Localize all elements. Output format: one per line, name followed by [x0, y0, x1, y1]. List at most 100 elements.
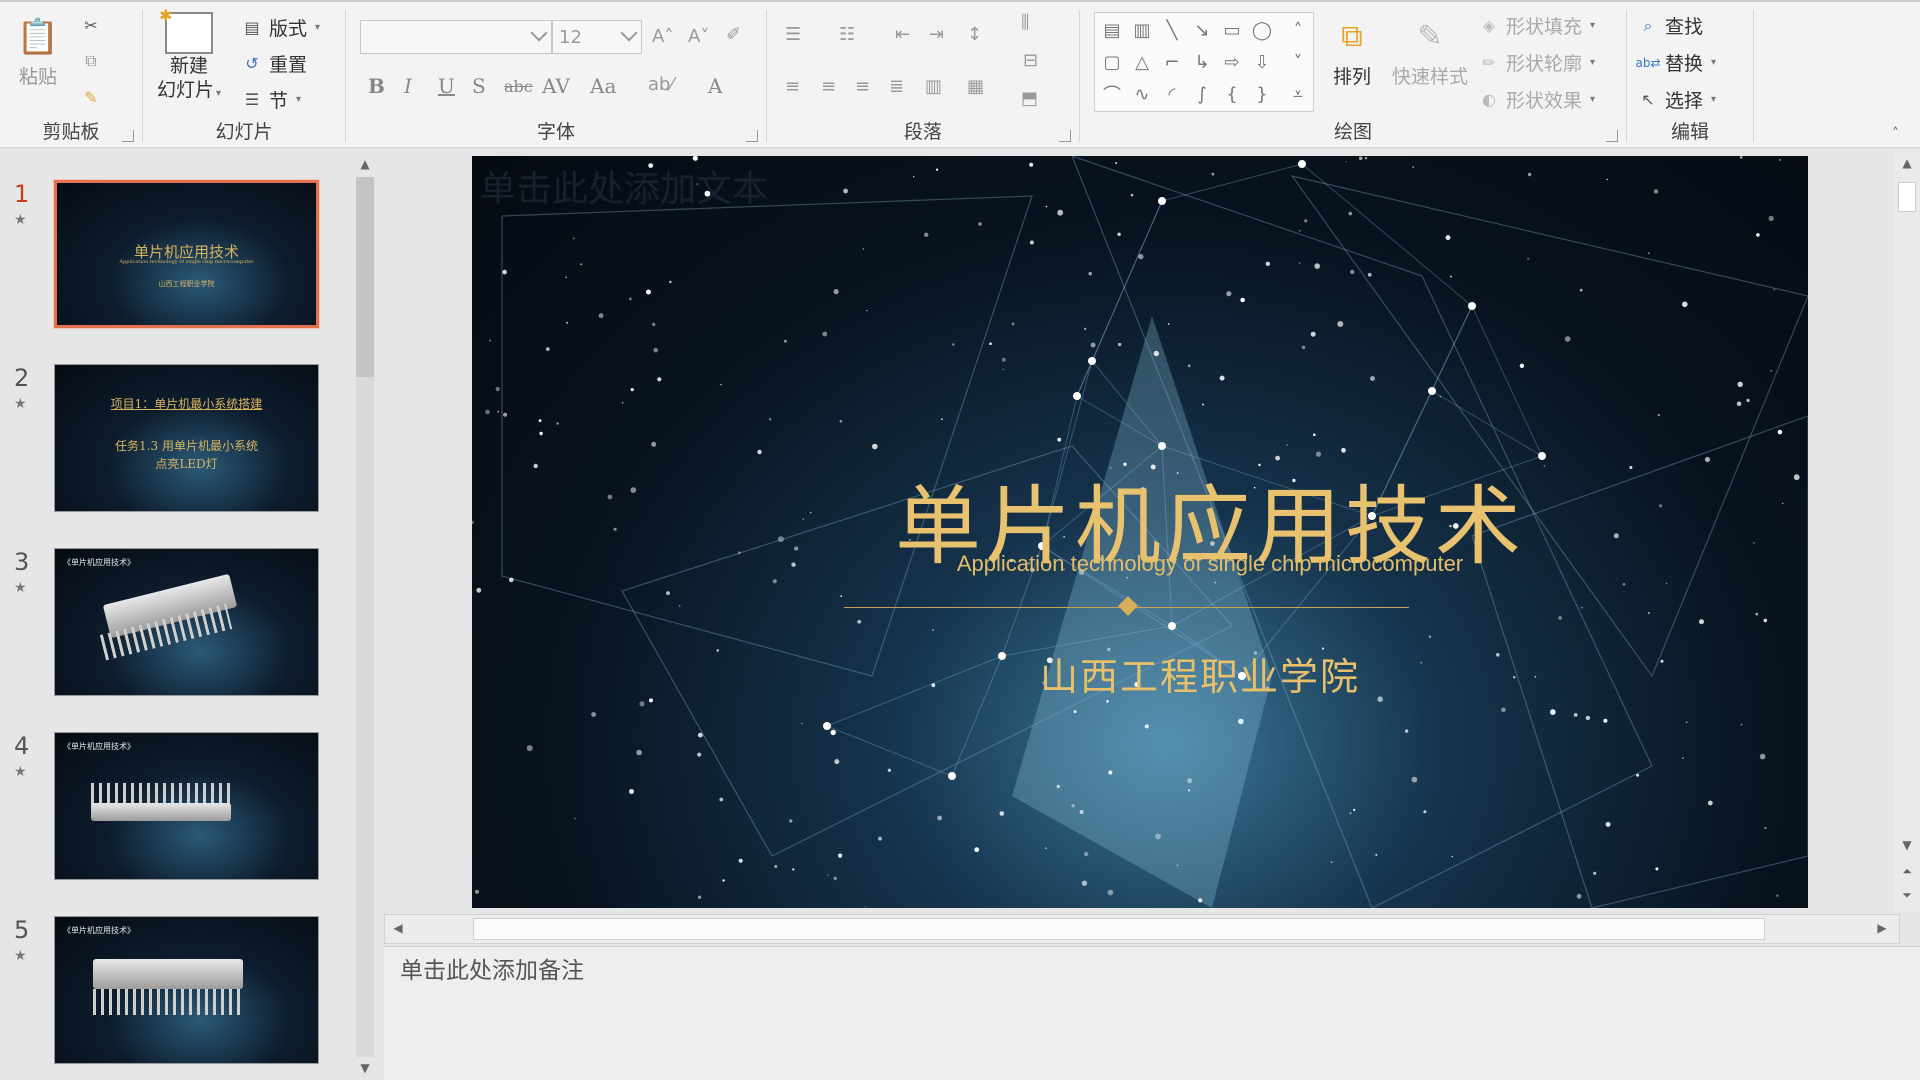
vertical-textbox-shape-icon[interactable]: ▥: [1129, 17, 1155, 43]
star-dot: [1367, 272, 1372, 277]
shapes-gallery[interactable]: ▤ ▥ ╲ ↘ ▭ ◯ ▢ △ ⌐ ↳ ⇨ ⇩ ⌒ ∿ ◜ ∫ { } ˄ ˅ …: [1094, 12, 1314, 112]
quick-styles-button[interactable]: ✎ 快速样式: [1392, 14, 1468, 89]
shape-outline-button[interactable]: ✏ 形状轮廓 ▾: [1478, 49, 1595, 76]
scroll-up-icon[interactable]: ▲: [1900, 156, 1914, 170]
star-dot: [1108, 770, 1113, 775]
next-slide-icon[interactable]: ⏷: [1900, 888, 1914, 902]
paste-button[interactable]: 📋 粘贴: [17, 14, 59, 89]
replace-button[interactable]: ab⇄ 替换 ▾: [1635, 49, 1716, 76]
font-launcher-icon[interactable]: [746, 130, 758, 142]
find-button[interactable]: ⌕ 查找: [1637, 12, 1704, 39]
gallery-more-icon[interactable]: ⩡: [1285, 81, 1311, 107]
arc-shape-icon[interactable]: ◜: [1159, 81, 1185, 107]
columns-icon[interactable]: ▦: [967, 76, 984, 97]
freeform-shape-icon[interactable]: ⌒: [1099, 81, 1125, 107]
arrange-button[interactable]: ⧉ 排列: [1330, 14, 1374, 89]
scroll-thumb[interactable]: [1898, 182, 1916, 212]
elbow-connector-icon[interactable]: ⌐: [1159, 49, 1185, 75]
shape-effects-button[interactable]: ◐ 形状效果 ▾: [1478, 86, 1595, 113]
textbox-shape-icon[interactable]: ▤: [1099, 17, 1125, 43]
reset-button[interactable]: ↺ 重置: [241, 50, 307, 77]
shape-fill-button[interactable]: ◈ 形状填充 ▾: [1478, 12, 1595, 39]
down-arrow-shape-icon[interactable]: ⇩: [1249, 49, 1275, 75]
grow-font-icon[interactable]: A˄: [652, 26, 673, 47]
line-spacing-icon[interactable]: ↕: [967, 24, 982, 45]
scroll-left-icon[interactable]: ◀: [391, 921, 405, 935]
align-text-icon[interactable]: ⊟: [1023, 50, 1038, 71]
cut-icon[interactable]: ✂: [80, 14, 102, 36]
decrease-indent-icon[interactable]: ⇤: [895, 24, 910, 45]
bold-button[interactable]: B: [368, 74, 385, 98]
scribble-shape-icon[interactable]: ∿: [1129, 81, 1155, 107]
clear-format-icon[interactable]: ✐: [726, 24, 741, 45]
notes-placeholder[interactable]: 单击此处添加备注: [400, 951, 584, 985]
line-shape-icon[interactable]: ╲: [1159, 17, 1185, 43]
scroll-down-icon[interactable]: ▼: [1900, 838, 1914, 852]
scroll-right-icon[interactable]: ▶: [1875, 921, 1889, 935]
right-arrow-shape-icon[interactable]: ⇨: [1219, 49, 1245, 75]
italic-button[interactable]: I: [404, 74, 412, 98]
shrink-font-icon[interactable]: A˅: [688, 26, 709, 47]
section-button[interactable]: ☰ 节 ▾: [241, 86, 301, 113]
triangle-shape-icon[interactable]: △: [1129, 49, 1155, 75]
shadow-button[interactable]: S: [472, 74, 486, 98]
align-right-icon[interactable]: ≡: [855, 76, 870, 97]
drawing-launcher-icon[interactable]: [1606, 130, 1618, 142]
slide-thumbnail-2[interactable]: 2 ★ 项目1：单片机最小系统搭建 任务1.3 用单片机最小系统 点亮LED灯: [0, 364, 360, 514]
slide-thumbnail-1[interactable]: 1 ★ 单片机应用技术 Application technology of si…: [0, 179, 360, 330]
chevron-up-icon[interactable]: ˄: [1285, 17, 1311, 43]
distribute-icon[interactable]: ▥: [925, 76, 942, 97]
highlight-icon[interactable]: ab⁄: [648, 74, 673, 95]
bullets-icon[interactable]: ☰: [785, 24, 801, 45]
justify-icon[interactable]: ≣: [889, 76, 904, 97]
oval-shape-icon[interactable]: ◯: [1249, 17, 1275, 43]
notes-pane[interactable]: 单击此处添加备注: [384, 946, 1920, 1080]
strikethrough-button[interactable]: abc: [504, 77, 533, 96]
scroll-thumb[interactable]: [356, 177, 374, 377]
underline-button[interactable]: U: [438, 74, 455, 98]
slide-subtitle[interactable]: Application technology of single chip mi…: [472, 551, 1808, 577]
text-placeholder[interactable]: 单击此处添加文本: [480, 160, 768, 212]
new-slide-button[interactable]: ✱ 新建 幻灯片 ▾: [157, 6, 221, 106]
select-button[interactable]: ↖ 选择 ▾: [1637, 86, 1716, 113]
align-center-icon[interactable]: ≡: [821, 76, 836, 97]
arrow-line-shape-icon[interactable]: ↘: [1189, 17, 1215, 43]
smartart-icon[interactable]: ⬒: [1021, 88, 1038, 109]
slide-institution[interactable]: 山西工程职业学院: [472, 646, 1808, 701]
scroll-down-icon[interactable]: ▼: [358, 1061, 372, 1075]
clipboard-launcher-icon[interactable]: [122, 130, 134, 142]
slide-scrollbar[interactable]: ▲ ▼ ⏶ ⏷: [1894, 152, 1920, 912]
layout-button[interactable]: ▤ 版式 ▾: [241, 14, 320, 41]
char-spacing-button[interactable]: AV: [542, 74, 570, 98]
main-slide[interactable]: 单击此处添加文本 单片机应用技术 Application technology …: [472, 156, 1808, 908]
scroll-thumb[interactable]: [473, 918, 1765, 940]
align-left-icon[interactable]: ≡: [785, 76, 800, 97]
change-case-button[interactable]: Aa: [590, 74, 616, 98]
collapse-ribbon-icon[interactable]: ˄: [1892, 126, 1899, 142]
slide-thumbnail-5[interactable]: 5 ★ 《单片机应用技术》: [0, 916, 360, 1066]
paragraph-launcher-icon[interactable]: [1059, 130, 1071, 142]
slide-thumbnail-4[interactable]: 4 ★ 《单片机应用技术》: [0, 732, 360, 882]
numbering-icon[interactable]: ☷: [839, 24, 855, 45]
font-color-button[interactable]: A: [708, 74, 722, 98]
drawing-group-label: 绘图: [1333, 121, 1372, 143]
font-size-combo[interactable]: 12: [552, 20, 642, 54]
copy-icon[interactable]: ⧉: [80, 50, 102, 72]
slide-thumbnail-3[interactable]: 3 ★ 《单片机应用技术》: [0, 548, 360, 698]
rectangle-shape-icon[interactable]: ▭: [1219, 17, 1245, 43]
increase-indent-icon[interactable]: ⇥: [929, 24, 944, 45]
star-dot: [774, 865, 778, 868]
scroll-up-icon[interactable]: ▲: [358, 157, 372, 171]
text-direction-icon[interactable]: ⫼: [1021, 12, 1029, 33]
font-name-combo[interactable]: [360, 20, 552, 54]
chevron-down-icon[interactable]: ˅: [1285, 49, 1311, 75]
right-brace-icon[interactable]: }: [1249, 81, 1275, 107]
curve-shape-icon[interactable]: ∫: [1189, 81, 1215, 107]
elbow-arrow-icon[interactable]: ↳: [1189, 49, 1215, 75]
previous-slide-icon[interactable]: ⏶: [1900, 864, 1914, 878]
thumbnails-scrollbar[interactable]: ▲ ▼: [352, 155, 378, 1080]
format-painter-icon[interactable]: ✎: [80, 86, 102, 108]
left-brace-icon[interactable]: {: [1219, 81, 1245, 107]
rounded-rect-shape-icon[interactable]: ▢: [1099, 49, 1125, 75]
horizontal-scrollbar[interactable]: ◀ ▶: [384, 914, 1900, 944]
